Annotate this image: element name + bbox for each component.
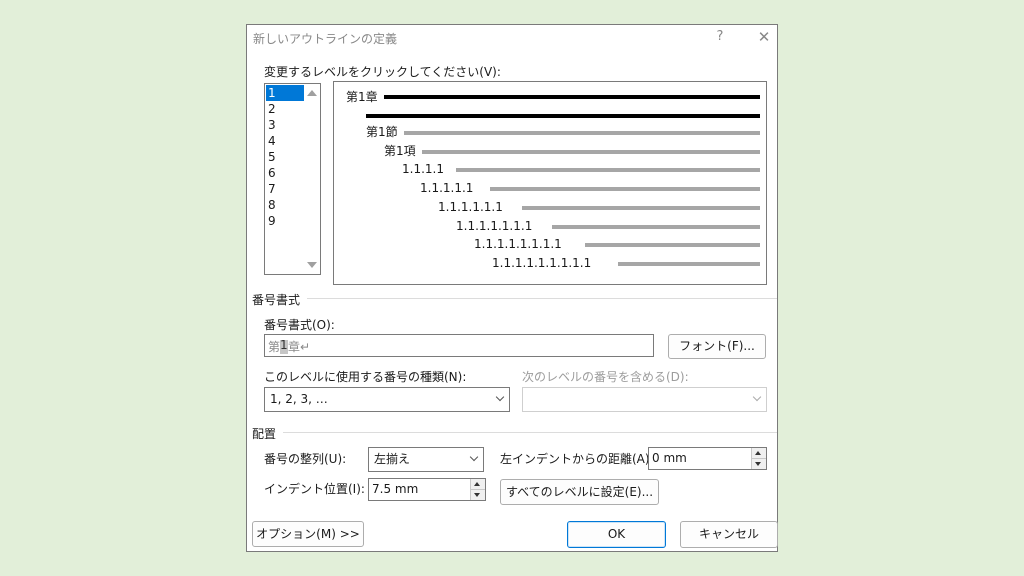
preview-line	[552, 224, 760, 229]
position-section-title: 配置	[252, 427, 277, 441]
indent-label: インデント位置(I):	[264, 482, 365, 496]
level-list-scrollbar[interactable]	[304, 84, 320, 274]
number-format-section-title: 番号書式	[252, 293, 301, 307]
ok-button[interactable]: OK	[567, 521, 666, 548]
preview-row: 第1節	[334, 125, 766, 139]
preview-line	[384, 95, 760, 99]
preview-line	[522, 205, 760, 210]
alignment-combo[interactable]: 左揃え	[368, 447, 484, 472]
spin-up-icon[interactable]	[471, 479, 485, 490]
level-listbox[interactable]: 123456789	[264, 83, 321, 275]
preview-line	[404, 131, 760, 135]
left-indent-value: 0 mm	[652, 451, 687, 465]
preview-row: 1.1.1.1	[334, 162, 766, 176]
set-all-levels-button[interactable]: すべてのレベルに設定(E)...	[500, 479, 659, 505]
preview-row: 1.1.1.1.1.1.1	[334, 219, 766, 233]
preview-line	[490, 187, 760, 192]
preview-row: 1.1.1.1.1	[334, 181, 766, 195]
level-item[interactable]: 2	[266, 101, 304, 117]
preview-line	[456, 168, 760, 173]
number-field: 1	[280, 338, 288, 352]
level-item[interactable]: 9	[266, 213, 304, 229]
options-button[interactable]: オプション(M) >>	[252, 521, 364, 547]
level-item[interactable]: 4	[266, 133, 304, 149]
preview-row: 1.1.1.1.1.1.1.1.1	[334, 256, 766, 270]
help-icon[interactable]: ?	[708, 27, 732, 47]
font-button[interactable]: フォント(F)...	[668, 334, 766, 359]
number-style-combo[interactable]: 1, 2, 3, …	[264, 387, 510, 412]
indent-value: 7.5 mm	[372, 482, 419, 496]
alignment-value: 左揃え	[374, 452, 411, 466]
include-level-label: 次のレベルの番号を含める(D):	[522, 370, 689, 384]
indent-spinner[interactable]: 7.5 mm	[368, 478, 486, 501]
section-divider	[307, 298, 777, 299]
preview-label: 1.1.1.1.1	[420, 181, 474, 196]
chevron-down-icon[interactable]	[465, 448, 483, 471]
section-divider	[283, 432, 777, 433]
indent-stepper	[470, 479, 485, 500]
outline-preview[interactable]: 第1章第1節第1項 1.1.1.1 1.1.1.1.1 1.1.1.1.1.1 1.1.…	[333, 81, 767, 285]
alignment-label: 番号の整列(U):	[264, 452, 347, 466]
left-indent-spinner[interactable]: 0 mm	[648, 447, 767, 470]
preview-line	[422, 149, 760, 154]
spin-down-icon[interactable]	[471, 489, 485, 500]
chevron-down-icon[interactable]	[748, 388, 766, 411]
preview-line	[618, 261, 760, 266]
title-bar: 新しいアウトラインの定義 ? ✕	[247, 25, 777, 51]
preview-row: 第1項	[334, 144, 766, 158]
preview-label: 第1章	[346, 90, 378, 104]
preview-label: 1.1.1.1.1.1.1.1.1	[492, 255, 592, 270]
preview-label: 1.1.1.1.1.1	[438, 199, 503, 214]
preview-row: 第1章	[334, 90, 766, 104]
left-indent-label: 左インデントからの距離(A):	[500, 452, 654, 466]
close-icon[interactable]: ✕	[752, 27, 776, 47]
include-level-combo[interactable]	[522, 387, 767, 412]
spin-up-icon[interactable]	[752, 448, 766, 459]
level-item[interactable]: 6	[266, 165, 304, 181]
number-style-label: このレベルに使用する番号の種類(N):	[264, 370, 467, 384]
scroll-down-icon[interactable]	[307, 262, 317, 268]
level-item[interactable]: 5	[266, 149, 304, 165]
dialog-title: 新しいアウトラインの定義	[253, 32, 398, 46]
format-text: 第 1 章↵	[268, 338, 311, 354]
level-list: 123456789	[266, 85, 304, 229]
level-prompt-label: 変更するレベルをクリックしてください(V):	[264, 65, 501, 79]
preview-line	[585, 243, 760, 248]
preview-label: 1.1.1.1.1.1.1	[456, 218, 533, 233]
chevron-down-icon[interactable]	[491, 388, 509, 411]
preview-row	[334, 109, 766, 123]
left-indent-stepper	[751, 448, 766, 469]
level-item[interactable]: 8	[266, 197, 304, 213]
level-item[interactable]: 1	[266, 85, 304, 101]
preview-line	[366, 114, 760, 118]
level-item[interactable]: 7	[266, 181, 304, 197]
cancel-button[interactable]: キャンセル	[680, 521, 778, 548]
preview-label: 第1節	[366, 125, 398, 139]
format-textbox[interactable]: 第 1 章↵	[264, 334, 654, 357]
number-style-value: 1, 2, 3, …	[270, 392, 328, 406]
level-item[interactable]: 3	[266, 117, 304, 133]
format-label: 番号書式(O):	[264, 318, 335, 332]
preview-row: 1.1.1.1.1.1.1.1	[334, 237, 766, 251]
preview-label: 1.1.1.1	[402, 162, 444, 177]
scroll-up-icon[interactable]	[307, 90, 317, 96]
spin-down-icon[interactable]	[752, 458, 766, 469]
preview-row: 1.1.1.1.1.1	[334, 200, 766, 214]
preview-label: 1.1.1.1.1.1.1.1	[474, 237, 562, 252]
preview-label: 第1項	[384, 143, 416, 158]
define-outline-dialog: 新しいアウトラインの定義 ? ✕ 変更するレベルをクリックしてください(V): …	[246, 24, 778, 552]
